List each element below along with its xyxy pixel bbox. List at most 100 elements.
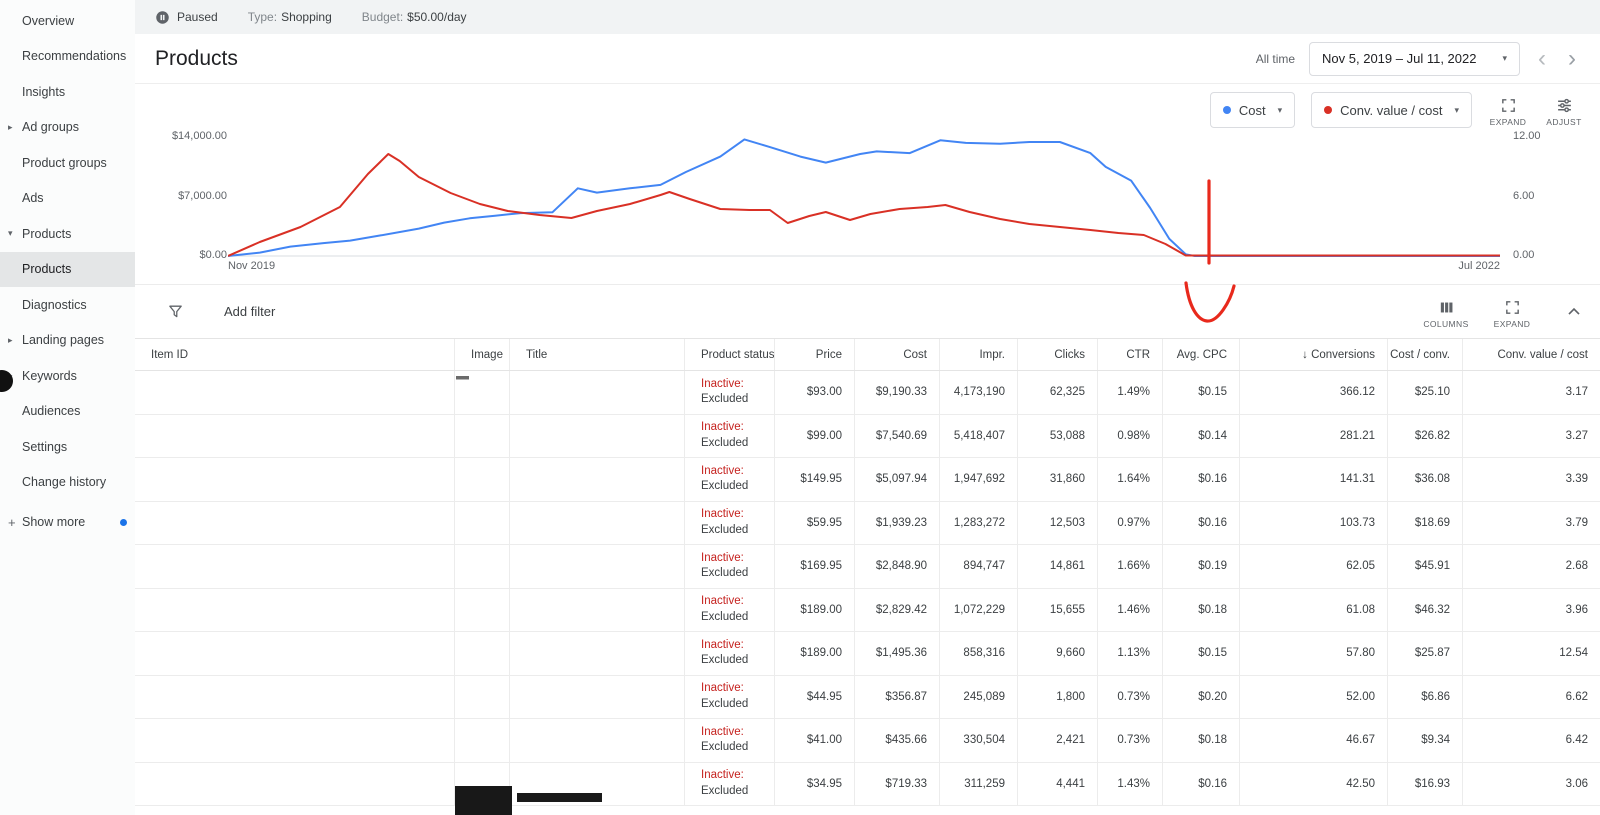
previous-date-range-button[interactable]: ‹ bbox=[1534, 46, 1550, 71]
sidebar-item-landing-pages[interactable]: ▸ Landing pages bbox=[0, 323, 135, 359]
cell-conv_value_per_cost: 6.42 bbox=[1565, 734, 1588, 747]
add-filter-button[interactable]: Add filter bbox=[224, 304, 275, 319]
type-label: Type: bbox=[247, 10, 278, 24]
cell-ctr: 1.46% bbox=[1098, 588, 1163, 631]
table-row[interactable]: Inactive: Excluded $189.00 $2,829.42 1,072,2… bbox=[135, 588, 1600, 632]
cell-clicks: 12,503 bbox=[1018, 501, 1098, 544]
sidebar-item-recommendations[interactable]: Recommendations bbox=[0, 39, 135, 75]
product-status-cell: Inactive: Excluded bbox=[685, 762, 775, 805]
table-row[interactable]: Inactive: Excluded $34.95 $719.33 311,259 4,4… bbox=[135, 762, 1600, 806]
sidebar-item-overview[interactable]: Overview bbox=[0, 3, 135, 39]
product-status-cell: Inactive: Excluded bbox=[685, 414, 775, 457]
table-row[interactable]: Inactive: Excluded $59.95 $1,939.23 1,283,27… bbox=[135, 501, 1600, 545]
expand-icon bbox=[1501, 99, 1515, 112]
table-row[interactable]: Inactive: Excluded $99.00 $7,540.69 5,418,40… bbox=[135, 414, 1600, 458]
cell-impr: 894,747 bbox=[940, 545, 1018, 588]
cell-image bbox=[455, 545, 510, 588]
cell-ctr: 1.13% bbox=[1098, 632, 1163, 675]
cell-clicks: 62,325 bbox=[1018, 371, 1098, 414]
column-header-cost-conv-[interactable]: Cost / conv. bbox=[1388, 339, 1463, 370]
conv-value-series-dot bbox=[1324, 106, 1333, 114]
table-row[interactable]: Inactive: Excluded $44.95 $356.87 245,089 1,8… bbox=[135, 675, 1600, 719]
cell-conv_value_per_cost: 12.54 bbox=[1559, 647, 1588, 660]
cost-series-dot bbox=[1222, 106, 1231, 114]
product-status-cell: Inactive: Excluded bbox=[685, 458, 775, 501]
column-header-image[interactable]: Image bbox=[455, 339, 510, 370]
sidebar-item-label: Landing pages bbox=[22, 333, 105, 348]
sidebar-item-label: Diagnostics bbox=[22, 297, 87, 312]
column-header-price[interactable]: Price bbox=[775, 339, 855, 370]
column-header-conv-value-cost[interactable]: Conv. value / cost bbox=[1463, 339, 1600, 370]
cell-ctr: 1.66% bbox=[1098, 545, 1163, 588]
sidebar-item-diagnostics[interactable]: Diagnostics bbox=[0, 287, 135, 323]
cell-impr: 5,418,407 bbox=[940, 414, 1018, 457]
column-header-ctr[interactable]: CTR bbox=[1098, 339, 1163, 370]
column-header-cost[interactable]: Cost bbox=[855, 339, 940, 370]
cell-ctr: 0.97% bbox=[1098, 501, 1163, 544]
cell-conv_value_per_cost: 3.96 bbox=[1565, 603, 1588, 616]
date-range-controls: All time Nov 5, 2019 – Jul 11, 2022 ▾ ‹ … bbox=[1256, 41, 1580, 76]
sidebar-item-label: Products bbox=[22, 262, 72, 277]
column-header-impr-[interactable]: Impr. bbox=[940, 339, 1018, 370]
campaign-status-bar: Paused Type: Shopping Budget: $50.00/day bbox=[135, 0, 1600, 34]
collapse-chart-button[interactable] bbox=[1564, 302, 1584, 322]
table-expand-button[interactable]: EXPAND bbox=[1492, 294, 1532, 329]
cell-conversions: 103.73 bbox=[1240, 501, 1388, 544]
cell-title bbox=[510, 545, 685, 588]
google-ads-products-page: Overview Recommendations Insights ▸ Ad group… bbox=[0, 0, 1600, 815]
chevron-right-icon: ▸ bbox=[8, 334, 13, 345]
column-header-title[interactable]: Title bbox=[510, 339, 685, 370]
chart-expand-button[interactable]: EXPAND bbox=[1488, 92, 1528, 127]
cell-avg_cpc: $0.19 bbox=[1163, 545, 1240, 588]
column-header-product-status[interactable]: Product status bbox=[685, 339, 775, 370]
metric-selector-conv-value-cost[interactable]: Conv. value / cost ▾ bbox=[1311, 92, 1472, 128]
columns-button[interactable]: COLUMNS bbox=[1423, 294, 1469, 329]
date-range-picker[interactable]: Nov 5, 2019 – Jul 11, 2022 ▾ bbox=[1309, 41, 1520, 76]
campaign-budget[interactable]: Budget: $50.00/day bbox=[362, 10, 467, 24]
status-line-2: Excluded bbox=[701, 436, 749, 449]
sidebar-item-ad-groups[interactable]: ▸ Ad groups bbox=[0, 110, 135, 146]
table-row[interactable]: Inactive: Excluded $169.95 $2,848.90 894,747… bbox=[135, 545, 1600, 589]
budget-label: Budget: bbox=[361, 10, 404, 24]
cell-conversions: 366.12 bbox=[1240, 371, 1388, 414]
column-header-item-id[interactable]: Item ID bbox=[135, 339, 455, 370]
cell-conv_value_per_cost: 3.06 bbox=[1565, 777, 1588, 790]
cell-item_id bbox=[135, 545, 455, 588]
chart-plot bbox=[228, 138, 1500, 257]
sidebar-item-product-groups[interactable]: Product groups bbox=[0, 145, 135, 181]
column-header-conversions[interactable]: ↓ Conversions bbox=[1240, 339, 1388, 370]
sidebar-item-ads[interactable]: Ads bbox=[0, 181, 135, 217]
status-line-2: Excluded bbox=[701, 393, 749, 406]
table-row[interactable]: Inactive: Excluded $149.95 $5,097.94 1,947,6… bbox=[135, 458, 1600, 502]
sidebar-item-insights[interactable]: Insights bbox=[0, 74, 135, 110]
columns-label: COLUMNS bbox=[1423, 319, 1469, 329]
products-table: Item ID Image Title Product status Price Cost… bbox=[135, 338, 1600, 806]
filter-funnel-icon[interactable] bbox=[167, 303, 184, 320]
sidebar-item-change-history[interactable]: Change history bbox=[0, 465, 135, 501]
chart-adjust-button[interactable]: ADJUST bbox=[1544, 92, 1584, 127]
chevron-down-icon: ▾ bbox=[1454, 104, 1459, 115]
campaign-status[interactable]: Paused bbox=[155, 10, 218, 25]
column-header-clicks[interactable]: Clicks bbox=[1018, 339, 1098, 370]
table-row[interactable]: Inactive: Excluded $41.00 $435.66 330,504 2,4… bbox=[135, 719, 1600, 763]
table-row[interactable]: Inactive: Excluded $189.00 $1,495.36 858,316… bbox=[135, 632, 1600, 676]
sidebar-item-products[interactable]: Products bbox=[0, 251, 135, 287]
metric-selector-cost[interactable]: Cost ▾ bbox=[1209, 92, 1296, 128]
table-row[interactable]: Inactive: Excluded $93.00 $9,190.33 4,173,19… bbox=[135, 371, 1600, 415]
sidebar-item-audiences[interactable]: Audiences bbox=[0, 394, 135, 430]
next-date-range-button[interactable]: › bbox=[1564, 46, 1580, 71]
sidebar-item-keywords[interactable]: ▸ Keywords bbox=[0, 358, 135, 394]
cell-item_id bbox=[135, 762, 455, 805]
status-line-2: Excluded bbox=[701, 784, 749, 797]
sidebar-item-products[interactable]: ▾ Products bbox=[0, 216, 135, 252]
cell-price: $189.00 bbox=[775, 632, 855, 675]
cell-item_id bbox=[135, 675, 455, 718]
column-header-avg-cpc[interactable]: Avg. CPC bbox=[1163, 339, 1240, 370]
paused-icon bbox=[156, 10, 169, 24]
adjust-label: ADJUST bbox=[1546, 117, 1582, 127]
sidebar-show-more[interactable]: + Show more bbox=[0, 504, 135, 540]
cell-image bbox=[455, 762, 510, 805]
cell-cost: $356.87 bbox=[855, 675, 940, 718]
cell-price: $93.00 bbox=[775, 371, 855, 414]
sidebar-item-settings[interactable]: Settings bbox=[0, 429, 135, 465]
